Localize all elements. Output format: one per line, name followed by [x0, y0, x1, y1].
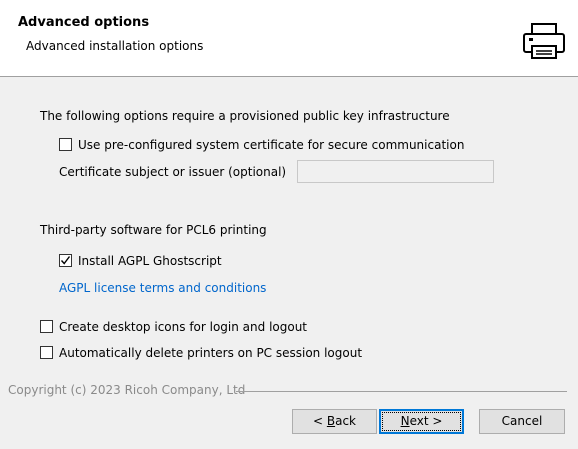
next-rest: ext — [409, 414, 429, 428]
printer-icon — [523, 23, 565, 59]
auto-delete-label[interactable]: Automatically delete printers on PC sess… — [59, 346, 362, 360]
next-suffix: > — [428, 414, 443, 428]
page-title: Advanced options — [18, 15, 150, 30]
back-rest: ack — [335, 414, 356, 428]
install-ghostscript-label[interactable]: Install AGPL Ghostscript — [78, 254, 222, 268]
use-certificate-label[interactable]: Use pre-configured system certificate fo… — [78, 138, 464, 152]
next-accel: N — [400, 414, 410, 428]
install-ghostscript-checkbox[interactable] — [59, 254, 72, 267]
back-button[interactable]: < Back — [292, 409, 377, 434]
wizard-header: Advanced options Advanced installation o… — [0, 0, 578, 77]
pcl6-heading: Third-party software for PCL6 printing — [40, 223, 267, 237]
desktop-icons-label[interactable]: Create desktop icons for login and logou… — [59, 320, 307, 334]
agpl-license-link[interactable]: AGPL license terms and conditions — [59, 281, 266, 295]
use-certificate-checkbox[interactable] — [59, 138, 72, 151]
back-accel: B — [326, 414, 336, 428]
back-prefix: < — [312, 414, 327, 428]
copyright-text: Copyright (c) 2023 Ricoh Company, Ltd — [8, 383, 246, 397]
pki-heading: The following options require a provisio… — [40, 109, 450, 123]
cert-subject-label: Certificate subject or issuer (optional) — [59, 165, 287, 179]
footer-divider — [236, 391, 567, 392]
page-subtitle: Advanced installation options — [26, 39, 204, 53]
desktop-icons-checkbox[interactable] — [40, 320, 53, 333]
checkmark-icon — [60, 256, 71, 265]
cancel-button[interactable]: Cancel — [479, 409, 565, 434]
next-button[interactable]: Next > — [379, 409, 464, 434]
auto-delete-checkbox[interactable] — [40, 346, 53, 359]
cert-subject-input[interactable] — [297, 160, 494, 183]
